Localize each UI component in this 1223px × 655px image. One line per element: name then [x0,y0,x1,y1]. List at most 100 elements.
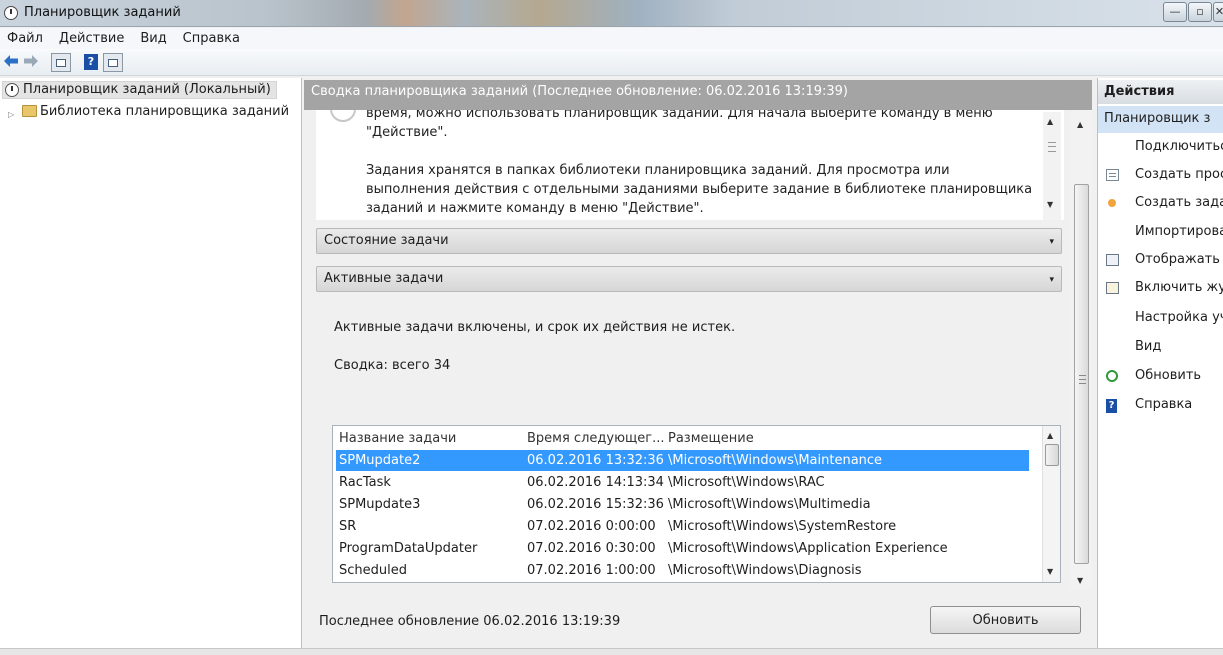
cell-next-run: 07.02.2016 0:30:00 [527,541,656,556]
cell-location: \Microsoft\Windows\SystemRestore [668,519,897,534]
refresh-button[interactable]: Обновить [930,606,1081,634]
status-bar [0,648,1223,655]
scroll-thumb[interactable] [1074,184,1089,564]
cell-location: \Microsoft\Windows\Maintenance [668,453,883,468]
column-header-next-run[interactable]: Время следующег... [527,431,664,446]
scroll-down-arrow-icon[interactable]: ▼ [1077,576,1083,585]
action-connect[interactable]: Подключиться [1098,136,1223,160]
clock-icon [5,83,19,97]
cell-task-name: SR [339,519,357,534]
collapse-caret-icon[interactable]: ▾ [1049,268,1054,292]
table-row[interactable]: SR 07.02.2016 0:00:00 \Microsoft\Windows… [336,516,1029,537]
document-icon [1106,169,1119,181]
table-row[interactable]: ProgramDataUpdater 07.02.2016 0:30:00 \M… [336,538,1029,559]
cell-next-run: 06.02.2016 14:13:34 [527,475,664,490]
action-label: Настройка уч [1135,310,1223,325]
task-status-section[interactable]: Состояние задачи ▾ [316,228,1062,254]
scroll-up-arrow-icon[interactable]: ▲ [1047,117,1053,126]
actions-header: Действия [1098,80,1223,104]
action-label: Создать прост [1135,167,1223,182]
toolbar: ? [0,49,1223,76]
help-icon: ? [1106,399,1117,413]
active-tasks-section[interactable]: Активные задачи ▾ [316,266,1062,292]
column-header-location[interactable]: Размещение [668,431,754,446]
action-label: Импортирова [1135,224,1223,239]
show-hide-action-pane-icon[interactable] [103,53,123,72]
scroll-grip-icon [1048,142,1056,152]
section-title: Активные задачи [324,271,444,286]
action-label: Отображать в [1135,252,1223,267]
table-row[interactable]: RacTask 06.02.2016 14:13:34 \Microsoft\W… [336,472,1029,493]
table-row[interactable]: SPMupdate3 06.02.2016 15:32:36 \Microsof… [336,494,1029,515]
new-task-icon [1108,199,1116,207]
cell-task-name: SPMupdate3 [339,497,421,512]
scroll-down-arrow-icon[interactable]: ▼ [1047,567,1053,576]
maximize-button[interactable]: ▫ [1188,2,1212,22]
tree-item-task-scheduler-local[interactable]: Планировщик заданий (Локальный) [2,81,277,99]
summary-scrollbar[interactable]: ▲ ▼ [1071,110,1092,590]
console-tree: Планировщик заданий (Локальный) ▷ Библио… [0,78,302,648]
show-hide-console-tree-icon[interactable] [51,53,71,72]
summary-pane: Сводка планировщика заданий (Последнее о… [303,78,1096,648]
cell-next-run: 07.02.2016 1:00:00 [527,563,656,578]
menu-action[interactable]: Действие [53,28,130,49]
cell-task-name: Scheduled [339,563,407,578]
overview-scrollbar[interactable]: ▲ ▼ [1043,112,1061,220]
active-tasks-summary: Сводка: всего 34 [334,358,451,373]
action-display-running[interactable]: Отображать в [1098,249,1223,273]
actions-group-task-scheduler[interactable]: Планировщик з [1098,106,1223,133]
cell-next-run: 06.02.2016 15:32:36 [527,497,664,512]
action-help[interactable]: ? Справка [1098,394,1223,418]
scroll-up-arrow-icon[interactable]: ▲ [1047,431,1053,440]
table-row[interactable]: Scheduled 07.02.2016 1:00:00 \Microsoft\… [336,560,1029,581]
back-arrow-icon[interactable] [3,53,19,71]
cell-next-run: 06.02.2016 13:32:36 [527,453,664,468]
action-import[interactable]: Импортирова [1098,221,1223,245]
action-label: Подключиться [1135,139,1223,154]
tree-item-label: Планировщик заданий (Локальный) [23,82,271,97]
action-view[interactable]: Вид [1098,336,1223,360]
clock-icon [4,6,18,20]
cell-task-name: ProgramDataUpdater [339,541,478,556]
action-create-basic-task[interactable]: Создать прост [1098,164,1223,188]
cell-next-run: 07.02.2016 0:00:00 [527,519,656,534]
column-header-task-name[interactable]: Название задачи [339,431,456,446]
action-refresh[interactable]: Обновить [1098,365,1223,389]
active-tasks-description: Активные задачи включены, и срок их дейс… [334,320,736,335]
task-list-scrollbar[interactable]: ▲ ▼ [1042,426,1060,582]
last-update-text: Последнее обновление 06.02.2016 13:19:39 [319,614,621,629]
cell-location: \Microsoft\Windows\Application Experienc… [668,541,948,556]
action-enable-history[interactable]: Включить жур [1098,277,1223,301]
cell-location: \Microsoft\Windows\Multimedia [668,497,871,512]
tree-item-label: Библиотека планировщика заданий [40,104,290,119]
table-row[interactable]: SPMupdate2 06.02.2016 13:32:36 \Microsof… [336,450,1029,471]
menu-view[interactable]: Вид [134,28,172,49]
title-bar: Планировщик заданий — ▫ ✕ [0,0,1223,27]
forward-arrow-icon[interactable] [23,53,39,71]
collapse-caret-icon[interactable]: ▾ [1049,230,1054,254]
menu-file[interactable]: Файл [0,28,49,49]
expand-arrow-icon[interactable]: ▷ [8,107,14,123]
scheduler-logo-icon [330,110,356,122]
help-icon[interactable]: ? [84,54,98,70]
action-account-settings[interactable]: Настройка уч [1098,307,1223,331]
tree-item-task-scheduler-library[interactable]: ▷ Библиотека планировщика заданий [8,104,289,120]
scroll-thumb[interactable] [1045,444,1059,466]
scroll-grip-icon [1079,375,1086,384]
action-label: Создать задач [1135,195,1223,210]
section-title: Состояние задачи [324,233,449,248]
overview-box: время, можно использовать планировщик за… [316,110,1064,220]
folder-icon [22,105,37,117]
scroll-up-arrow-icon[interactable]: ▲ [1077,120,1083,129]
cell-location: \Microsoft\Windows\Diagnosis [668,563,862,578]
action-label: Включить жур [1135,280,1223,295]
scroll-down-arrow-icon[interactable]: ▼ [1047,200,1053,209]
close-button[interactable]: ✕ [1213,2,1223,22]
menu-help[interactable]: Справка [177,28,246,49]
minimize-button[interactable]: — [1163,2,1187,22]
actions-pane: Действия Планировщик з Подключиться Созд… [1097,78,1223,648]
action-create-task[interactable]: Создать задач [1098,192,1223,216]
action-label: Обновить [1135,368,1202,383]
cell-location: \Microsoft\Windows\RAC [668,475,825,490]
action-label: Вид [1135,339,1162,354]
